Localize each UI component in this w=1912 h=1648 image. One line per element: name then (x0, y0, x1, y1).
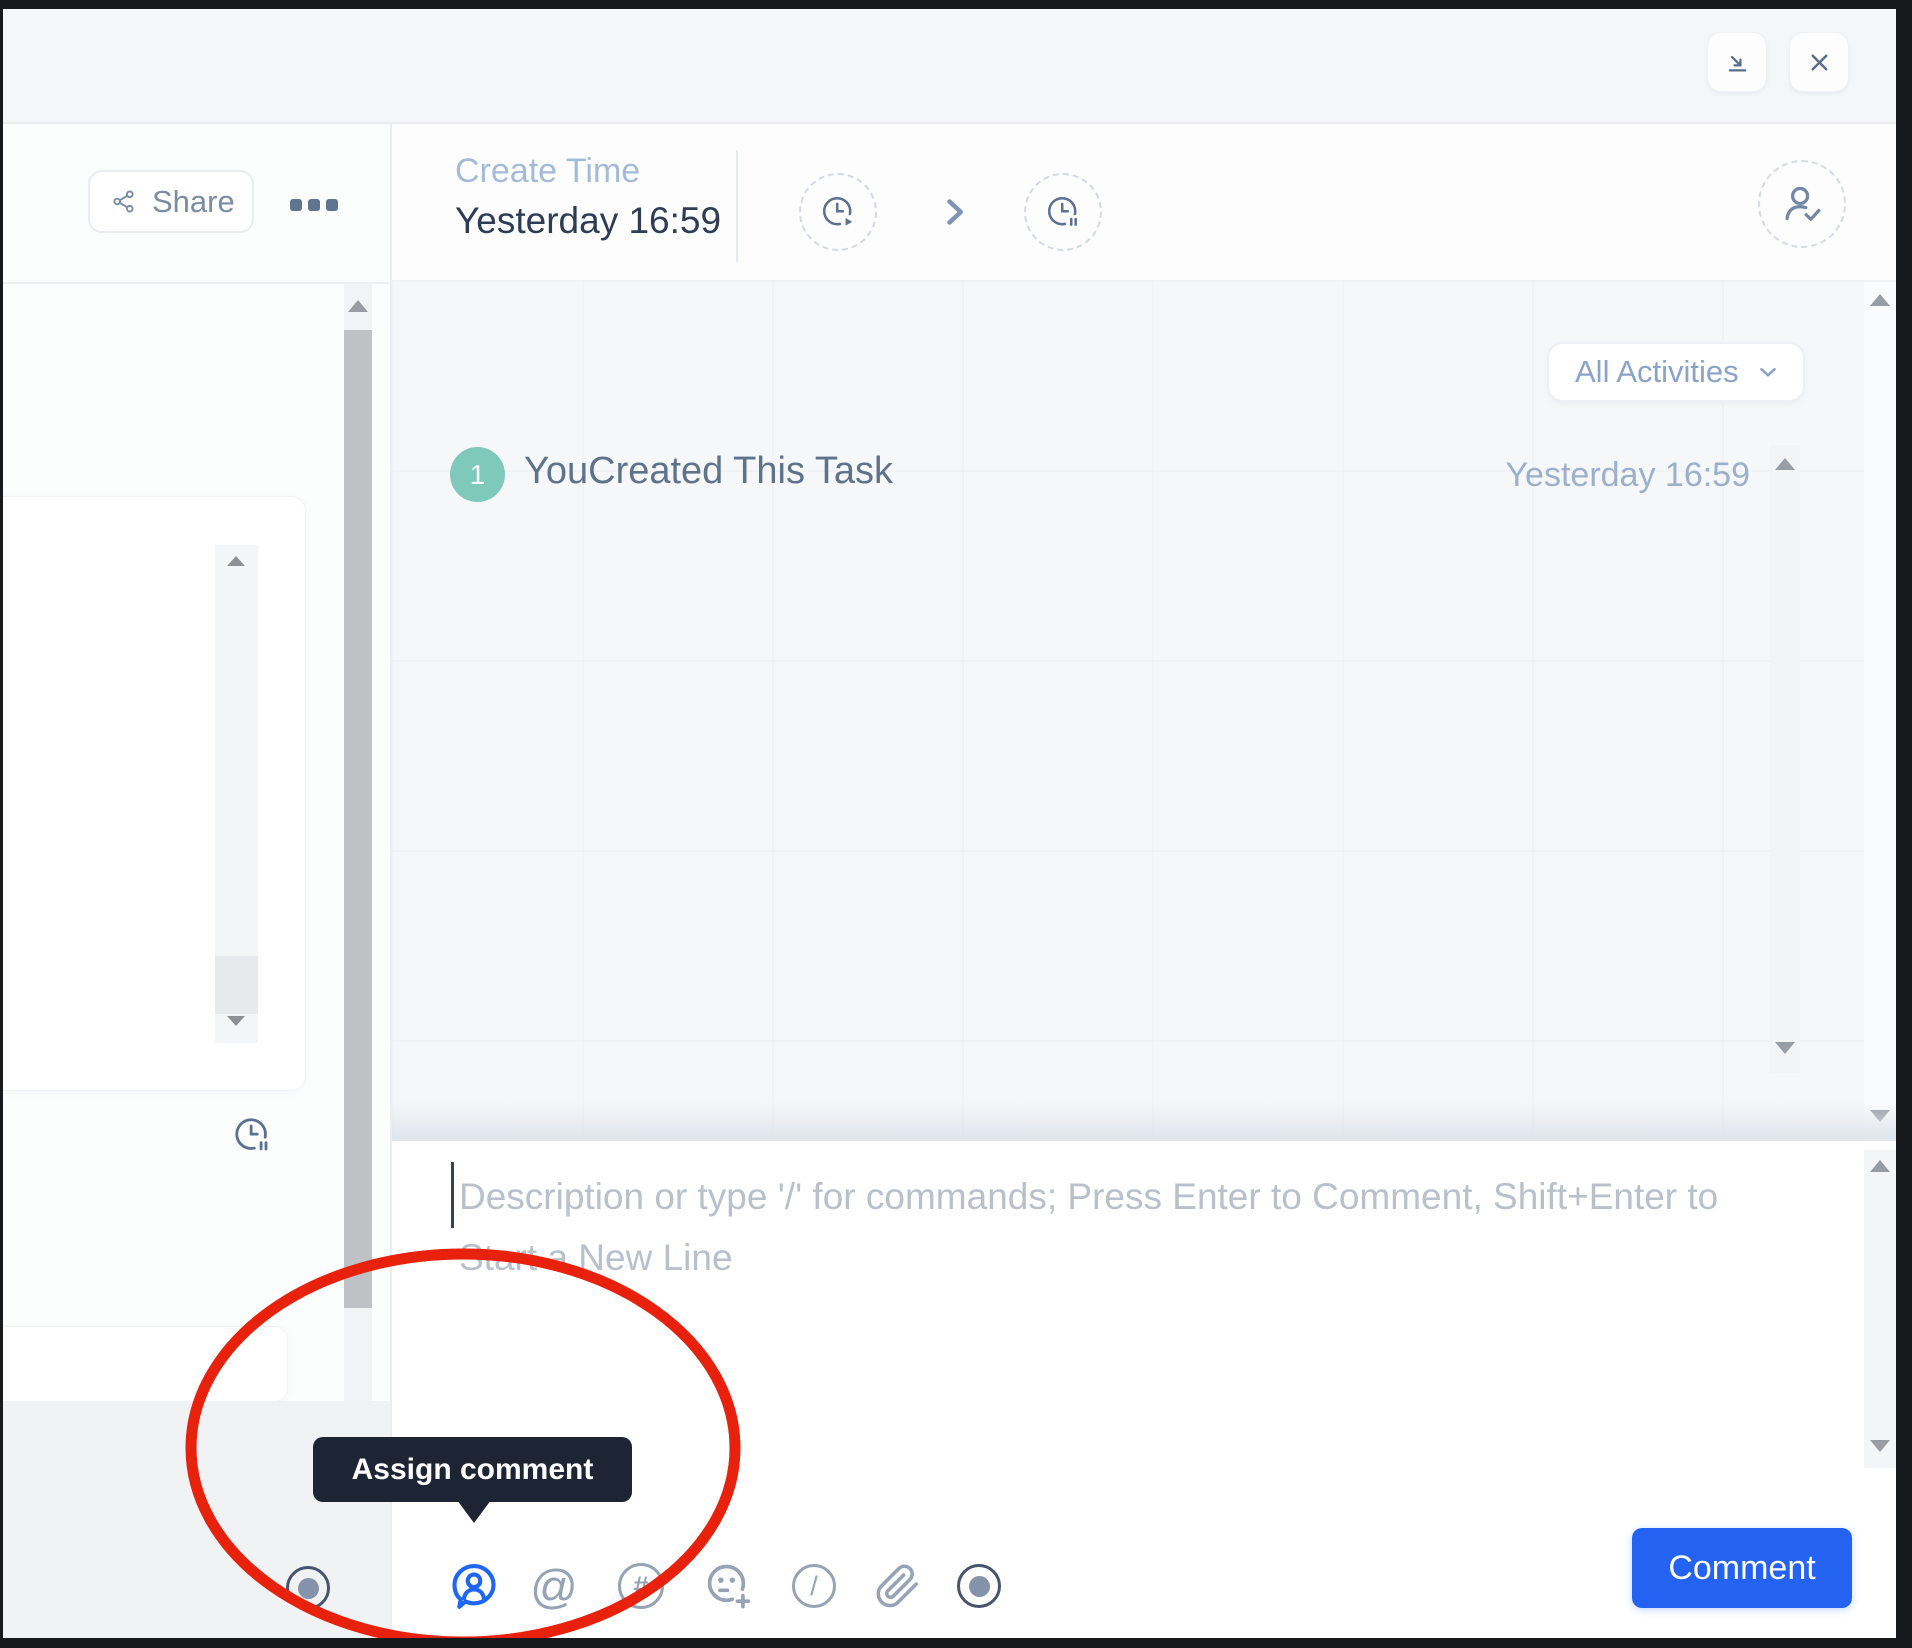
activity-action: Created This Task (588, 450, 893, 492)
record-icon (957, 1564, 1001, 1608)
screen-edge (0, 0, 3, 1648)
ellipsis-icon (290, 199, 302, 211)
task-detail-modal: Share Create Time Yesterday 16:59 (0, 0, 1912, 1648)
card-scrollbar-down-arrow[interactable] (227, 1016, 245, 1026)
left-scrollbar-up-arrow[interactable] (348, 300, 368, 312)
left-row-card (3, 1327, 287, 1401)
activity-text: YouCreated This Task (524, 450, 893, 493)
activity-feed (392, 280, 1896, 1140)
dock-icon (1724, 49, 1751, 76)
clock-pause-icon (231, 1114, 273, 1156)
outer-scrollbar-up-arrow[interactable] (1870, 294, 1890, 306)
create-time-label: Create Time (455, 152, 640, 191)
share-button[interactable]: Share (88, 170, 254, 233)
card-scrollbar-up-arrow[interactable] (227, 556, 245, 566)
assignee-button[interactable] (1758, 160, 1846, 248)
slash-command-button[interactable]: / (789, 1561, 839, 1611)
record-icon (286, 1566, 330, 1610)
screen-edge (0, 1638, 1912, 1648)
activity-scrollbar-down-arrow[interactable] (1775, 1042, 1795, 1054)
header-divider (736, 150, 738, 262)
comment-scrollbar-up-arrow[interactable] (1870, 1160, 1890, 1172)
clock-pause-icon (1044, 193, 1082, 231)
tag-button[interactable]: # (615, 1560, 667, 1612)
emoji-button[interactable] (700, 1558, 756, 1614)
slash-command-icon: / (792, 1564, 836, 1608)
comment-scrollbar-down-arrow[interactable] (1870, 1440, 1890, 1452)
tooltip-pointer (457, 1500, 491, 1523)
screen-edge (1896, 0, 1912, 1648)
text-cursor (451, 1162, 454, 1228)
assign-comment-button[interactable] (446, 1558, 502, 1614)
paperclip-icon (872, 1561, 922, 1611)
mention-icon: @ (530, 1563, 578, 1610)
share-icon (110, 188, 137, 215)
activity-filter-label: All Activities (1575, 354, 1739, 390)
activity-user: You (524, 450, 588, 492)
outer-scrollbar-track[interactable] (1864, 282, 1896, 1140)
clock-play-icon (819, 193, 857, 231)
comment-input[interactable]: Description or type '/' for commands; Pr… (459, 1166, 1779, 1288)
activity-badge: 1 (450, 447, 505, 502)
create-time-value: Yesterday 16:59 (455, 200, 721, 242)
comment-placeholder: Description or type '/' for commands; Pr… (459, 1176, 1718, 1278)
activity-scrollbar-track[interactable] (1770, 445, 1800, 1073)
left-scrollbar-thumb[interactable] (344, 330, 372, 1308)
emoji-add-icon (702, 1560, 754, 1612)
left-panel-divider (0, 282, 390, 284)
window-titlebar (0, 8, 1912, 122)
attachment-button[interactable] (869, 1558, 925, 1614)
dock-window-button[interactable] (1708, 33, 1766, 91)
chevron-down-icon (1755, 359, 1781, 385)
stop-timer-button[interactable] (1024, 173, 1102, 251)
person-check-icon (1779, 181, 1825, 227)
time-tracked-button[interactable] (230, 1113, 274, 1157)
activity-scrollbar-up-arrow[interactable] (1775, 458, 1795, 470)
close-icon (1806, 49, 1833, 76)
left-detail-card (3, 497, 305, 1090)
start-timer-button[interactable] (799, 173, 877, 251)
tag-icon: # (618, 1563, 664, 1609)
close-button[interactable] (1790, 33, 1848, 91)
tooltip: Assign comment (313, 1437, 632, 1502)
comment-scrollbar-track[interactable] (1864, 1150, 1896, 1468)
arrow-right-icon (936, 194, 972, 230)
tooltip-text: Assign comment (352, 1453, 594, 1487)
share-label: Share (152, 184, 235, 220)
mention-button[interactable]: @ (526, 1558, 582, 1614)
card-scrollbar-thumb[interactable] (215, 956, 258, 1014)
record-clip-button-left[interactable] (286, 1566, 330, 1610)
more-options-button[interactable] (284, 192, 344, 218)
record-clip-button[interactable] (957, 1564, 1001, 1608)
comment-submit-button[interactable]: Comment (1632, 1528, 1852, 1608)
comment-top-shadow (392, 1102, 1896, 1140)
screen-edge (0, 0, 1912, 9)
activity-filter-dropdown[interactable]: All Activities (1547, 342, 1805, 402)
activity-timestamp: Yesterday 16:59 (1450, 456, 1750, 495)
assign-comment-icon (448, 1560, 500, 1612)
